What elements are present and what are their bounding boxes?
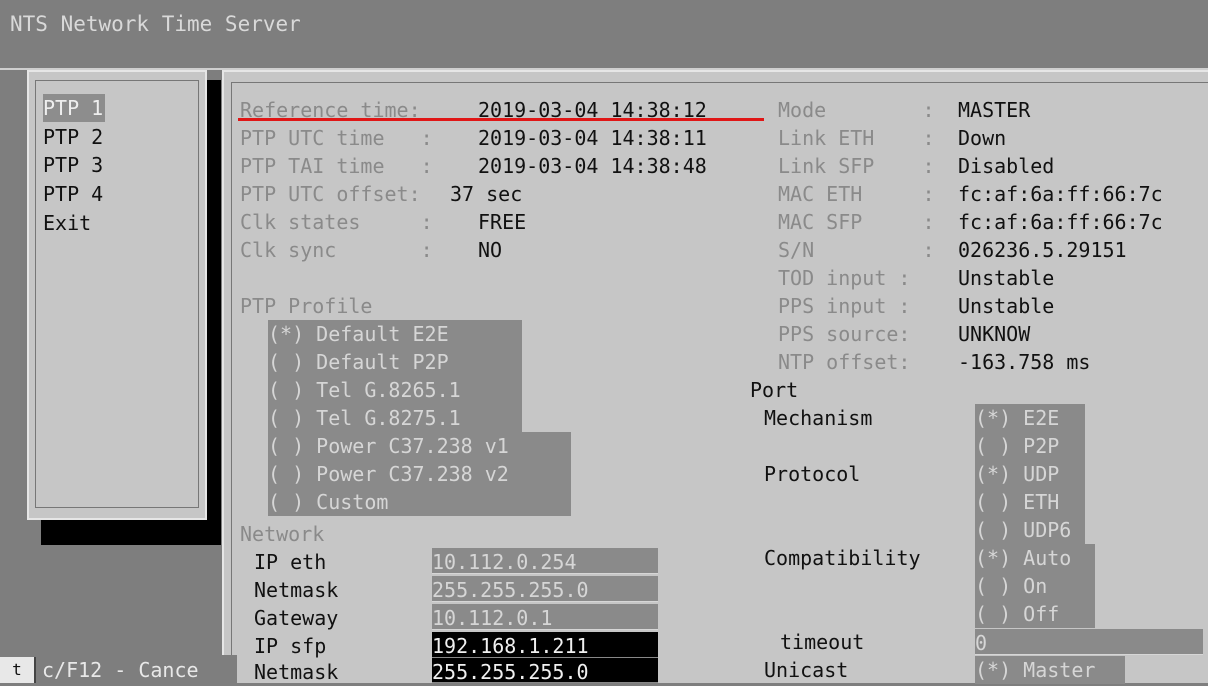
profile-option-tel-8265[interactable]: ( ) Tel G.8265.1	[268, 376, 522, 404]
profile-option-custom[interactable]: ( ) Custom	[268, 488, 571, 516]
compatibility-label: Compatibility	[764, 546, 921, 570]
link-sfp-label: Link SFP :	[778, 154, 935, 178]
ip-eth-label: IP eth	[254, 550, 327, 574]
pps-source-value: UNKNOW	[958, 322, 1031, 346]
compat-option-on[interactable]: ( ) On	[975, 572, 1095, 600]
tai-time-label: PTP TAI time :	[240, 154, 433, 178]
cancel-hint: c/F12 - Cance	[42, 658, 199, 682]
mac-sfp-value: fc:af:6a:ff:66:7c	[958, 210, 1163, 234]
protocol-option-udp[interactable]: (*) UDP	[975, 460, 1085, 488]
profile-option-power-v2[interactable]: ( ) Power C37.238 v2	[268, 460, 571, 488]
unicast-label: Unicast	[764, 658, 849, 682]
link-sfp-value: Disabled	[958, 154, 1055, 178]
menu-item-exit[interactable]: Exit	[43, 209, 91, 237]
status-key-icon: t	[0, 657, 36, 683]
utc-time-label: PTP UTC time :	[240, 126, 433, 150]
port-heading: Port	[750, 378, 799, 402]
ntp-offset-label: NTP offset:	[778, 350, 911, 374]
mechanism-option-p2p[interactable]: ( ) P2P	[975, 432, 1085, 460]
mac-eth-value: fc:af:6a:ff:66:7c	[958, 182, 1163, 206]
timeout-input[interactable]: 0	[975, 629, 1203, 655]
protocol-option-udp6[interactable]: ( ) UDP6	[975, 516, 1085, 544]
menu-item-ptp-2[interactable]: PTP 2	[43, 123, 103, 151]
clk-sync-value: NO	[478, 238, 503, 262]
netmask-label: Netmask	[254, 578, 339, 602]
protocol-option-eth[interactable]: ( ) ETH	[975, 488, 1085, 516]
unicast-option-master[interactable]: (*) Master	[975, 656, 1125, 684]
compat-option-auto[interactable]: (*) Auto	[975, 544, 1095, 572]
sn-value: 026236.5.29151	[958, 238, 1127, 262]
tod-input-label: TOD input :	[778, 266, 911, 290]
netmask-sfp-input[interactable]: 255.255.255.0	[432, 658, 658, 684]
profile-option-tel-8275[interactable]: ( ) Tel G.8275.1	[268, 404, 522, 432]
profile-option-default-e2e[interactable]: (*) Default E2E	[268, 320, 522, 348]
compat-option-off[interactable]: ( ) Off	[975, 600, 1095, 628]
sn-label: S/N :	[778, 238, 935, 262]
profile-option-default-p2p[interactable]: ( ) Default P2P	[268, 348, 522, 376]
mechanism-label: Mechanism	[764, 406, 873, 430]
menu-item-ptp-3[interactable]: PTP 3	[43, 151, 103, 179]
tai-time-value: 2019-03-04 14:38:48	[478, 154, 707, 178]
tod-input-value: Unstable	[958, 266, 1055, 290]
menu-item-ptp-4[interactable]: PTP 4	[43, 180, 103, 208]
ip-sfp-input[interactable]: 192.168.1.211	[432, 632, 658, 658]
timeout-label: timeout	[780, 630, 865, 654]
pps-source-label: PPS source:	[778, 322, 911, 346]
pps-input-label: PPS input :	[778, 294, 911, 318]
netmask-input[interactable]: 255.255.255.0	[432, 576, 658, 602]
mac-eth-label: MAC ETH :	[778, 182, 935, 206]
profile-heading: PTP Profile	[240, 294, 373, 318]
link-eth-label: Link ETH :	[778, 126, 935, 150]
menu-shadow-bottom	[41, 520, 221, 545]
window-title: NTS Network Time Server	[10, 12, 301, 36]
clk-sync-label: Clk sync :	[240, 238, 433, 262]
network-heading: Network	[240, 522, 325, 546]
menu-shadow	[207, 80, 221, 545]
mechanism-option-e2e[interactable]: (*) E2E	[975, 404, 1085, 432]
netmask-sfp-label: Netmask	[254, 660, 339, 684]
highlight-underline	[238, 118, 764, 121]
utc-time-value: 2019-03-04 14:38:11	[478, 126, 707, 150]
protocol-label: Protocol	[764, 462, 861, 486]
utc-offset-value: 37 sec	[450, 182, 523, 206]
mode-value: MASTER	[958, 98, 1031, 122]
ip-sfp-label: IP sfp	[254, 634, 327, 658]
menu-item-ptp-1[interactable]: PTP 1	[43, 94, 106, 122]
pps-input-value: Unstable	[958, 294, 1055, 318]
utc-offset-label: PTP UTC offset:	[240, 182, 421, 206]
clk-states-label: Clk states :	[240, 210, 433, 234]
clk-states-value: FREE	[478, 210, 527, 234]
mac-sfp-label: MAC SFP :	[778, 210, 935, 234]
mode-label: Mode :	[778, 98, 935, 122]
gateway-label: Gateway	[254, 606, 339, 630]
gateway-input[interactable]: 10.112.0.1	[432, 604, 658, 630]
ip-eth-input[interactable]: 10.112.0.254	[432, 548, 658, 574]
profile-option-power-v1[interactable]: ( ) Power C37.238 v1	[268, 432, 571, 460]
title-bar: NTS Network Time Server	[0, 0, 1208, 68]
link-eth-value: Down	[958, 126, 1007, 150]
ntp-offset-value: -163.758 ms	[958, 350, 1091, 374]
